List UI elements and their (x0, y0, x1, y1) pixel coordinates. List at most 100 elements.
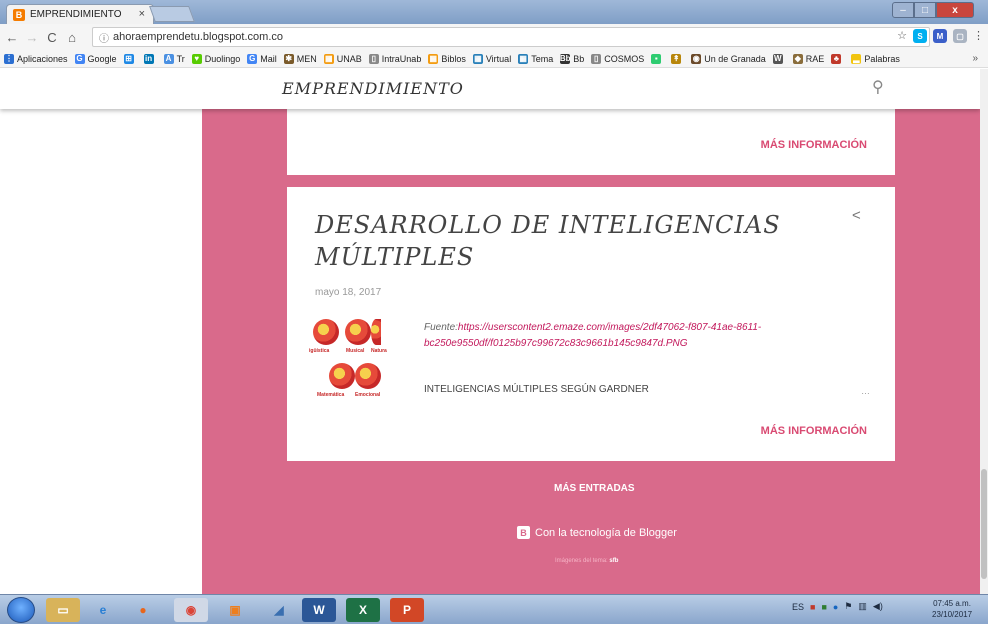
bookmark-item[interactable]: ⊞ (123, 53, 137, 64)
bookmark-icon: ⋮ (4, 53, 14, 64)
bookmark-item[interactable]: ◉ Un de Granada (691, 53, 766, 64)
source-link[interactable]: https://userscontent2.emaze.com/images/2… (424, 322, 761, 349)
bookmark-label: Bb (573, 53, 585, 64)
url-input[interactable]: ⓘ ahoraemprendetu.blogspot.com.co (92, 27, 930, 47)
bookmark-star-icon[interactable]: ☆ (897, 29, 907, 43)
emotional-intelligence-icon (355, 363, 381, 389)
credits-name[interactable]: sfb (609, 558, 618, 564)
window-controls: – □ x (892, 2, 974, 18)
bookmark-icon: ◉ (691, 53, 702, 64)
bookmark-icon: ♣ (831, 53, 842, 64)
windows-taskbar: ▭ e ● ◉ ▣ ◢ W X P ES ■ ■ ● ⚑ ▥ ◀) 07:45 … (0, 594, 988, 624)
bookmark-item[interactable]: ▦ UNAB (323, 53, 362, 64)
bookmark-icon: ▯ (368, 53, 379, 64)
bookmark-icon: W (772, 53, 783, 64)
excel-icon[interactable]: X (346, 598, 380, 622)
home-icon[interactable]: ⌂ (64, 30, 80, 45)
scrollbar-thumb[interactable] (981, 469, 987, 579)
thumb-label: igüística (309, 348, 330, 354)
network-icon[interactable]: ▥ (858, 601, 867, 612)
reload-icon[interactable]: C (44, 30, 60, 45)
search-icon[interactable]: ⚲ (872, 77, 884, 97)
menu-icon[interactable]: ⋮ (973, 29, 984, 43)
language-indicator[interactable]: ES (792, 602, 804, 612)
maximize-button[interactable]: □ (914, 2, 936, 18)
chrome-icon[interactable]: ◉ (174, 598, 208, 622)
bookmark-item[interactable]: ▦ Biblos (428, 53, 466, 64)
bookmark-item[interactable]: W (772, 53, 786, 64)
bookmark-item[interactable]: A Tr (163, 53, 185, 64)
bookmark-icon: ✱ (283, 53, 294, 64)
word-icon[interactable]: W (302, 598, 336, 622)
minimize-button[interactable]: – (892, 2, 914, 18)
thumb-label: Musical (346, 348, 365, 354)
bookmark-label: Un de Granada (704, 53, 766, 64)
internet-explorer-icon[interactable]: e (86, 598, 120, 622)
bookmark-item[interactable]: ♥ Duolingo (191, 53, 241, 64)
extension-icon-2[interactable]: ▢ (953, 29, 967, 43)
bookmark-icon: in (143, 53, 154, 64)
info-icon[interactable]: ⓘ (99, 30, 109, 45)
bookmark-item[interactable]: ▯ IntraUnab (368, 53, 422, 64)
extension-icon[interactable]: M (933, 29, 947, 43)
bookmark-icon: Bb (559, 53, 571, 64)
firefox-icon[interactable]: ● (126, 598, 160, 622)
system-clock[interactable]: 07:45 a.m. 23/10/2017 (932, 598, 972, 620)
tab-close-icon[interactable]: × (139, 8, 145, 20)
powerpoint-icon[interactable]: P (390, 598, 424, 622)
bookmark-item[interactable]: in (143, 53, 157, 64)
bookmark-item[interactable]: ▪ (651, 53, 664, 64)
bookmark-item[interactable]: ◆ RAE (792, 53, 824, 64)
bookmark-label: Tema (531, 53, 554, 64)
bookmark-icon: ▂ (851, 53, 862, 64)
blogger-logo-icon: B (517, 526, 530, 539)
blog-title[interactable]: EMPRENDIMIENTO (282, 79, 464, 98)
bookmark-icon: G (74, 53, 85, 64)
bookmark-item[interactable]: ▯ COSMOS (591, 53, 644, 64)
share-icon[interactable]: < (852, 207, 861, 224)
tray-icon[interactable]: ■ (821, 602, 826, 612)
bookmark-label: IntraUnab (381, 53, 422, 64)
bookmark-label: Aplicaciones (17, 53, 68, 64)
bookmark-icon: ◆ (792, 53, 803, 64)
more-entries-link[interactable]: MÁS ENTRADAS (554, 483, 635, 494)
bookmark-item[interactable]: G Google (74, 53, 117, 64)
app-icon[interactable]: ◢ (262, 598, 296, 622)
new-tab-button[interactable] (149, 6, 195, 22)
tray-icon[interactable]: ⚑ (844, 601, 852, 612)
bookmark-item[interactable]: ♣ (831, 53, 844, 64)
bookmark-item[interactable]: Bb Bb (559, 53, 585, 64)
tray-icon[interactable]: ■ (810, 602, 815, 612)
bookmark-item[interactable]: ▂ Palabras (851, 53, 900, 64)
thumb-label: Emocional (355, 392, 381, 398)
bookmark-label: Duolingo (204, 53, 241, 64)
media-player-icon[interactable]: ▣ (218, 598, 252, 622)
start-button[interactable] (7, 597, 35, 623)
more-info-link[interactable]: MÁS INFORMACIÓN (761, 425, 867, 437)
explorer-icon[interactable]: ▭ (46, 598, 80, 622)
volume-icon[interactable]: ◀) (873, 601, 883, 612)
bookmark-item[interactable]: ↟ (671, 53, 684, 64)
page-scrollbar[interactable] (980, 69, 988, 594)
back-icon[interactable]: ← (4, 30, 20, 45)
bookmark-item[interactable]: ▦ Tema (518, 53, 554, 64)
powered-by-blogger[interactable]: B Con la tecnología de Blogger (517, 526, 677, 539)
bookmark-item[interactable]: G Mail (247, 53, 277, 64)
clock-date: 23/10/2017 (932, 610, 973, 619)
post-title[interactable]: DESARROLLO DE INTELIGENCIAS MÚLTIPLES (315, 209, 815, 273)
bookmark-item[interactable]: ✱ MEN (283, 53, 317, 64)
tray-icon[interactable]: ● (833, 602, 838, 612)
bookmark-item[interactable]: ▦ Virtual (472, 53, 511, 64)
post-thumbnail-image[interactable]: igüística Musical Natura Matemática Emoc… (309, 319, 387, 407)
tab-emprendimiento[interactable]: B EMPRENDIMIENTO × (6, 4, 154, 24)
close-button[interactable]: x (936, 2, 974, 18)
skype-extension-icon[interactable]: S (913, 29, 927, 43)
bookmarks-more-icon[interactable]: » (972, 53, 978, 64)
forward-icon[interactable]: → (24, 30, 40, 45)
powered-by-text: Con la tecnología de Blogger (535, 526, 677, 539)
bookmark-icon: ↟ (671, 53, 682, 64)
more-info-link[interactable]: MÁS INFORMACIÓN (761, 139, 867, 151)
bookmark-item[interactable]: ⋮ Aplicaciones (4, 53, 68, 64)
naturalist-intelligence-icon (371, 319, 381, 345)
url-text: ahoraemprendetu.blogspot.com.co (113, 31, 283, 43)
